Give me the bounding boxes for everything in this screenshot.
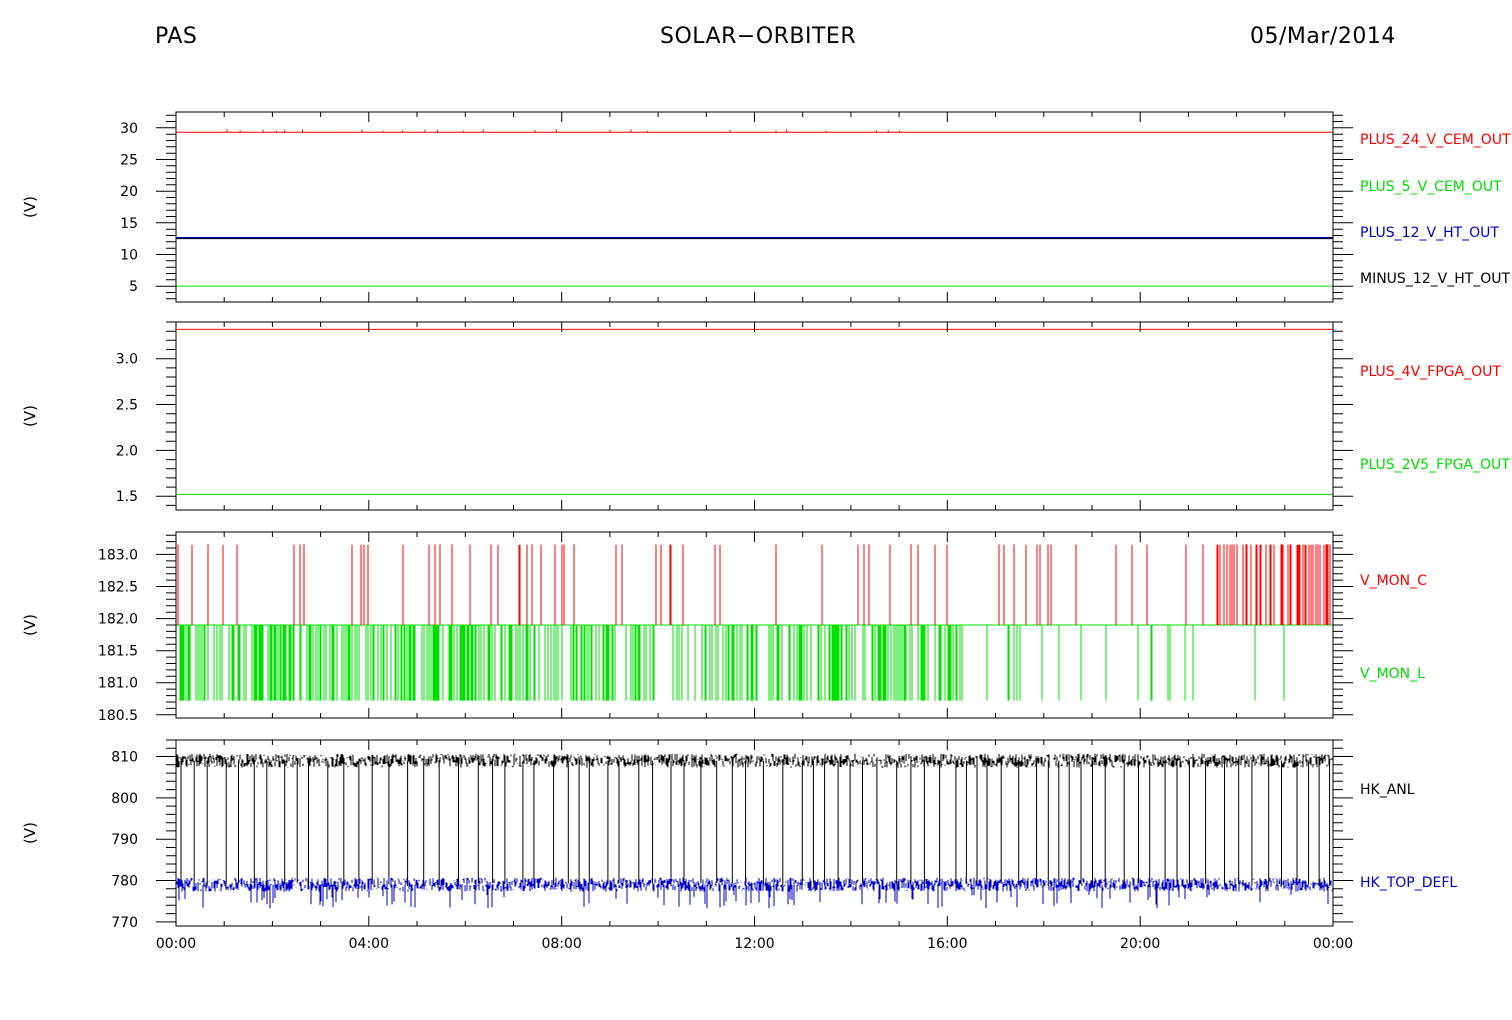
x-tick-label: 00:00: [156, 936, 196, 952]
y-axis-label: (V): [21, 405, 39, 427]
x-tick-label: 12:00: [734, 936, 774, 952]
x-tick-label: 00:00: [1313, 936, 1353, 952]
series-label-plus_4v_fpga_out: PLUS_4V_FPGA_OUT: [1360, 364, 1501, 380]
y-axis-ticks: [156, 321, 1353, 506]
y-tick-label: 3.0: [116, 352, 138, 368]
series-hk-top-defl: [176, 877, 1333, 909]
y-tick-label: 15: [120, 216, 138, 232]
plot-area: [176, 328, 1333, 495]
series-label-plus_5_v_cem_out: PLUS_5_V_CEM_OUT: [1360, 179, 1502, 195]
x-axis-ticks: [175, 740, 1334, 926]
y-tick-label: 770: [111, 915, 138, 931]
y-tick-label: 180.5: [98, 708, 138, 724]
y-tick-label: 181.0: [98, 676, 138, 692]
panel-frame: [175, 739, 1334, 927]
y-tick-label: 780: [111, 874, 138, 890]
y-tick-label: 183.0: [98, 547, 138, 563]
x-tick-label: 20:00: [1120, 936, 1160, 952]
y-axis-label: (V): [21, 614, 39, 636]
x-axis-ticks: [175, 322, 1334, 510]
y-tick-label: 2.0: [116, 443, 138, 459]
y-axis-label: (V): [21, 196, 39, 218]
y-tick-label: 790: [111, 832, 138, 848]
panel-3: 180.5 181.0 181.5 182.0 182.5 183.0 (V) V_MON_C…: [21, 531, 1427, 724]
panel-frame: [175, 321, 1334, 511]
series-v-mon-l-drops: [179, 625, 1285, 701]
panel-4: 770 780 790 800 810 (V) HK_ANL HK_TOP_DEFL: [21, 739, 1457, 931]
series-label-plus_2v5_fpga_out: PLUS_2V5_FPGA_OUT: [1360, 457, 1510, 473]
x-axis-ticks: [175, 112, 1334, 302]
series-hk-anl: [176, 753, 1333, 887]
housekeeping-chart: 5 10 15 20 25 30 (V) PLUS_24_V_CEM_OUT PLUS_5_V_…: [21, 111, 1511, 952]
x-tick-label: 16:00: [927, 936, 967, 952]
y-tick-label: 1.5: [116, 489, 138, 505]
series-label-hk_anl: HK_ANL: [1360, 782, 1415, 798]
plot-area: [176, 544, 1333, 701]
plot-area: [176, 129, 1333, 287]
x-tick-label: 08:00: [541, 936, 581, 952]
y-tick-label: 182.5: [98, 580, 138, 596]
y-tick-label: 10: [120, 248, 138, 264]
y-tick-label: 182.0: [98, 612, 138, 628]
y-tick-label: 181.5: [98, 644, 138, 660]
series-label-hk_top_defl: HK_TOP_DEFL: [1360, 875, 1457, 891]
y-tick-label: 20: [120, 184, 138, 200]
y-tick-label: 810: [111, 750, 138, 766]
y-tick-label: 5: [129, 279, 138, 295]
series-label-plus_24_v_cem_out: PLUS_24_V_CEM_OUT: [1360, 132, 1511, 148]
y-tick-label: 800: [111, 791, 138, 807]
panel-1: 5 10 15 20 25 30 (V) PLUS_24_V_CEM_OUT PLUS_5_V_…: [21, 111, 1511, 303]
y-tick-label: 2.5: [116, 398, 138, 414]
series-label-v_mon_l: V_MON_L: [1360, 666, 1425, 682]
x-tick-label: 04:00: [349, 936, 389, 952]
series-label-plus_12_v_ht_out: PLUS_12_V_HT_OUT: [1360, 225, 1499, 241]
panel-frame: [175, 111, 1334, 303]
plot-area: [176, 753, 1333, 909]
y-tick-label: 25: [120, 153, 138, 169]
panel-2: 1.5 2.0 2.5 3.0 (V) PLUS_4V_FPGA_OUT PLUS_2V5_…: [21, 321, 1510, 511]
series-label-v_mon_c: V_MON_C: [1360, 573, 1427, 589]
y-axis-label: (V): [21, 822, 39, 844]
y-tick-label: 30: [120, 121, 138, 137]
series-label-minus_12_v_ht_out: MINUS_12_V_HT_OUT: [1360, 271, 1511, 287]
series-v-mon-c-spikes: [177, 544, 1331, 625]
y-axis-ticks: [156, 114, 1353, 300]
